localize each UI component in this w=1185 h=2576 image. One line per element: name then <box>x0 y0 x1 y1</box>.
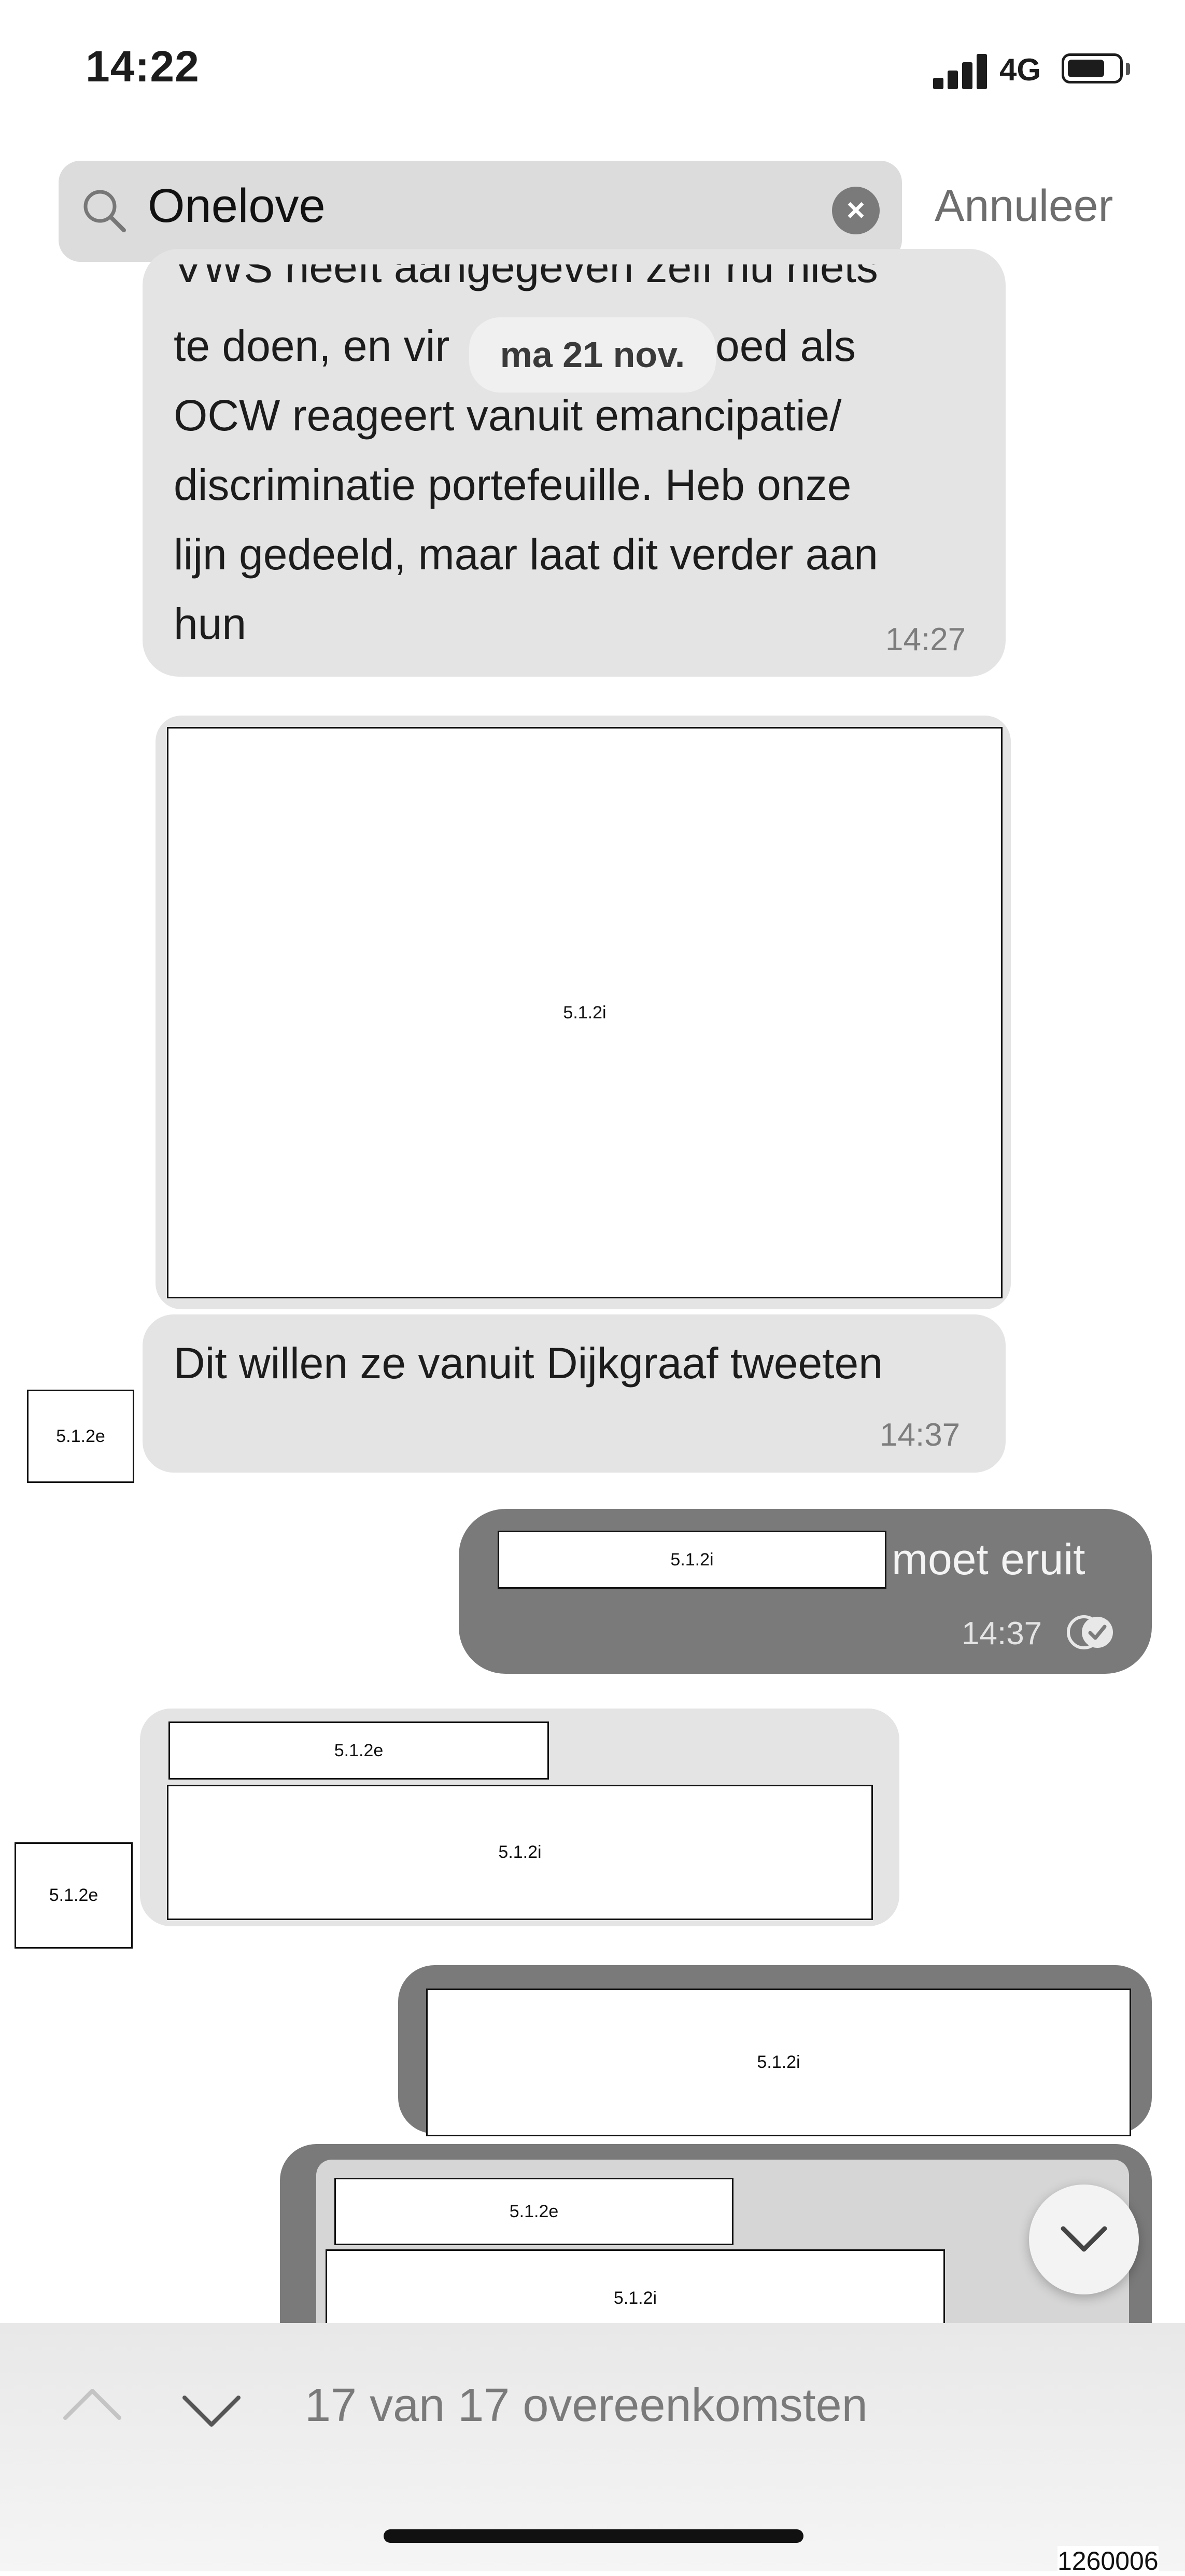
next-match-icon[interactable] <box>180 2390 243 2432</box>
redacted-text: 5.1.2i <box>498 1531 886 1589</box>
scroll-to-bottom-button[interactable] <box>1029 2185 1139 2294</box>
message-timestamp: 14:37 <box>880 1417 961 1453</box>
document-number: 1260006 <box>1057 2546 1159 2576</box>
redacted-sender-name: 5.1.2e <box>168 1721 549 1780</box>
network-type: 4G <box>999 52 1041 87</box>
clear-search-icon[interactable]: × <box>832 187 880 234</box>
home-indicator[interactable] <box>384 2529 803 2543</box>
read-receipt-icon <box>1067 1615 1113 1649</box>
message-timestamp: 14:37 <box>962 1616 1042 1651</box>
cancel-button[interactable]: Annuleer <box>935 180 1113 232</box>
search-input[interactable]: Onelove <box>148 179 326 233</box>
message-text: lijn gedeeld, maar laat dit verder aan <box>174 530 878 579</box>
redacted-avatar: 5.1.2e <box>27 1390 134 1483</box>
signal-icon <box>933 52 990 89</box>
redacted-text: 5.1.2i <box>167 1785 873 1920</box>
redacted-text: 5.1.2i <box>426 1989 1131 2136</box>
chevron-down-icon <box>1061 2226 1107 2252</box>
match-counter: 17 van 17 overeenkomsten <box>305 2379 868 2431</box>
message-text: discriminatie portefeuille. Heb onze <box>174 460 852 509</box>
previous-match-icon[interactable] <box>61 2383 123 2424</box>
date-separator: ma 21 nov. <box>469 317 716 393</box>
redacted-sender-name: 5.1.2e <box>334 2178 733 2245</box>
message-text-clipped: VWS heeft aangegeven zelf nu niets <box>174 264 878 291</box>
message-text: te doen, en vir <box>174 321 450 370</box>
message-text: hun <box>174 599 247 648</box>
message-timestamp: 14:27 <box>885 622 966 657</box>
message-text: moet eruit <box>892 1535 1085 1584</box>
message-text: oed als <box>715 321 856 370</box>
battery-tip <box>1126 63 1130 75</box>
redacted-avatar: 5.1.2e <box>15 1842 133 1949</box>
message-text: Dit willen ze vanuit Dijkgraaf tweeten <box>174 1339 883 1388</box>
redacted-image: 5.1.2i <box>167 727 1003 1298</box>
status-time: 14:22 <box>86 42 200 91</box>
search-icon <box>83 190 126 232</box>
battery-icon <box>1062 53 1123 83</box>
